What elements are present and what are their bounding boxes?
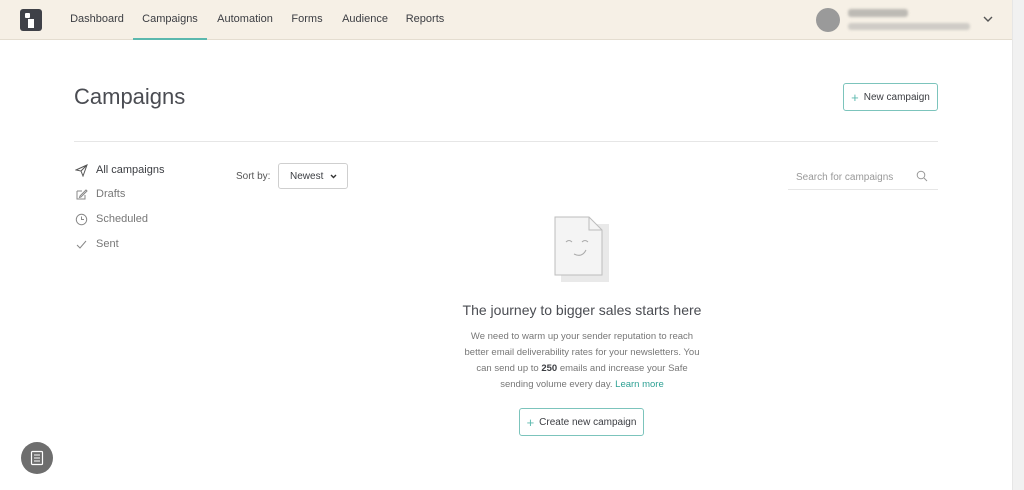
nav-dashboard[interactable]: Dashboard — [64, 0, 130, 40]
sidebar-item-all-campaigns[interactable]: All campaigns — [74, 162, 164, 178]
sidebar-item-label: Drafts — [96, 188, 126, 200]
email-limit-value: 250 — [541, 363, 558, 374]
nav-automation[interactable]: Automation — [212, 0, 278, 40]
new-campaign-label: New campaign — [863, 91, 930, 103]
sidebar-item-label: Scheduled — [96, 213, 148, 225]
page-scrollbar[interactable] — [1012, 0, 1024, 490]
sidebar-item-scheduled[interactable]: Scheduled — [74, 211, 148, 227]
search-input[interactable] — [796, 169, 911, 185]
sidebar-item-drafts[interactable]: Drafts — [74, 186, 125, 202]
nav-reports[interactable]: Reports — [401, 0, 449, 40]
create-campaign-label: Create new campaign — [539, 416, 637, 428]
sidebar-item-sent[interactable]: Sent — [74, 236, 119, 252]
new-campaign-button[interactable]: + New campaign — [843, 83, 938, 111]
nav-campaigns[interactable]: Campaigns — [133, 0, 207, 40]
search-icon[interactable] — [916, 170, 928, 182]
learn-more-link[interactable]: Learn more — [615, 379, 664, 390]
nav-forms[interactable]: Forms — [286, 0, 328, 40]
clock-icon — [74, 212, 88, 226]
edit-icon — [74, 187, 88, 201]
app-logo[interactable] — [20, 9, 42, 31]
check-icon — [74, 237, 88, 251]
create-new-campaign-button[interactable]: + Create new campaign — [519, 408, 644, 436]
sort-label: Sort by: — [236, 171, 271, 182]
sidebar-item-label: All campaigns — [96, 164, 165, 176]
sort-selected-value: Newest — [290, 170, 324, 182]
empty-state-text: We need to warm up your sender reputatio… — [464, 331, 700, 390]
plus-icon: + — [851, 89, 859, 105]
user-email-blurred — [848, 23, 970, 30]
sidebar-item-label: Sent — [96, 238, 119, 250]
empty-document-illustration — [554, 216, 609, 282]
send-icon — [74, 163, 88, 177]
header-divider — [74, 141, 938, 142]
nav-audience[interactable]: Audience — [337, 0, 393, 40]
user-name-blurred — [848, 9, 908, 17]
top-nav: Dashboard Campaigns Automation Forms Aud… — [0, 0, 1012, 40]
sort-dropdown[interactable]: Newest — [278, 163, 348, 189]
user-avatar[interactable] — [816, 8, 840, 32]
document-icon — [30, 450, 44, 466]
chevron-down-icon — [330, 174, 337, 178]
chevron-down-icon[interactable] — [981, 12, 995, 26]
empty-state-title: The journey to bigger sales starts here — [462, 302, 702, 318]
page-title: Campaigns — [74, 84, 186, 109]
search-box — [788, 164, 938, 190]
plus-icon: + — [526, 414, 535, 430]
help-floating-button[interactable] — [21, 442, 53, 474]
